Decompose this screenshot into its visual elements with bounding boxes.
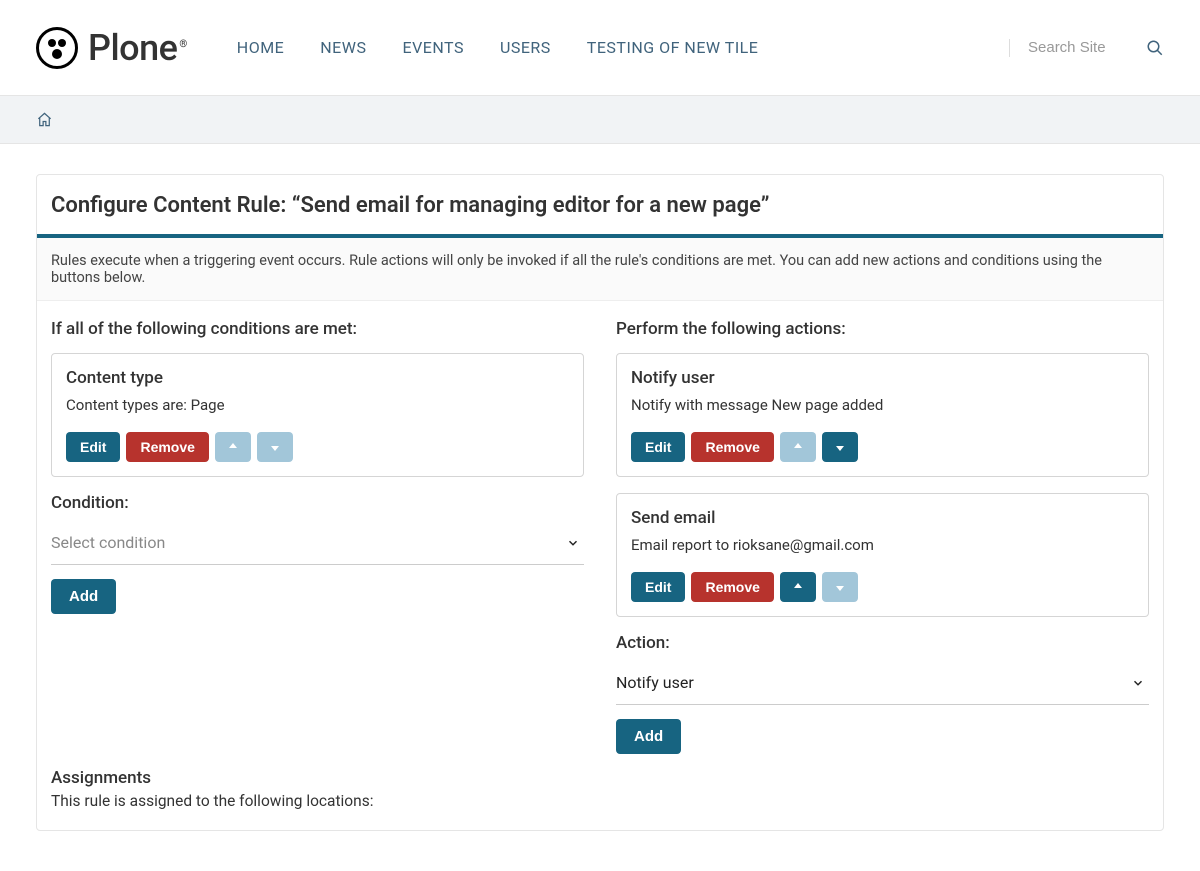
arrow-down-icon <box>834 581 846 593</box>
top-header: Plone® HOME NEWS EVENTS USERS TESTING OF… <box>0 0 1200 96</box>
action-select[interactable]: Notify user <box>616 663 1149 705</box>
condition-card: Content type Content types are: Page Edi… <box>51 353 584 477</box>
logo[interactable]: Plone® <box>36 27 187 69</box>
arrow-down-icon <box>834 441 846 453</box>
assignments-desc: This rule is assigned to the following l… <box>51 792 1149 810</box>
edit-button[interactable]: Edit <box>631 432 685 462</box>
action-title: Notify user <box>631 368 1134 388</box>
assignments-title: Assignments <box>51 768 1149 788</box>
action-select-value: Notify user <box>616 673 1131 692</box>
arrow-up-icon <box>792 441 804 453</box>
condition-subheading: Condition: <box>51 493 584 513</box>
logo-text: Plone® <box>88 27 187 69</box>
edit-button[interactable]: Edit <box>66 432 120 462</box>
move-down-button[interactable] <box>257 432 293 462</box>
nav-users[interactable]: USERS <box>500 38 551 57</box>
main-nav: HOME NEWS EVENTS USERS TESTING OF NEW TI… <box>237 38 759 57</box>
actions-column: Perform the following actions: Notify us… <box>616 319 1149 754</box>
add-condition-button[interactable]: Add <box>51 579 116 614</box>
arrow-down-icon <box>269 441 281 453</box>
nav-news[interactable]: NEWS <box>320 38 366 57</box>
condition-select-placeholder: Select condition <box>51 533 566 552</box>
search-icon[interactable] <box>1146 39 1164 57</box>
action-title: Send email <box>631 508 1134 528</box>
chevron-down-icon <box>1131 676 1145 690</box>
action-desc: Notify with message New page added <box>631 396 1134 414</box>
action-desc: Email report to rioksane@gmail.com <box>631 536 1134 554</box>
arrow-up-icon <box>227 441 239 453</box>
move-down-button[interactable] <box>822 432 858 462</box>
move-up-button[interactable] <box>215 432 251 462</box>
remove-button[interactable]: Remove <box>691 572 773 602</box>
config-panel: Configure Content Rule: “Send email for … <box>36 174 1164 831</box>
breadcrumb <box>0 96 1200 144</box>
search-box <box>1009 39 1164 57</box>
conditions-column: If all of the following conditions are m… <box>51 319 584 754</box>
action-subheading: Action: <box>616 633 1149 653</box>
nav-events[interactable]: EVENTS <box>402 38 463 57</box>
search-input[interactable] <box>1028 39 1128 56</box>
move-down-button[interactable] <box>822 572 858 602</box>
remove-button[interactable]: Remove <box>126 432 208 462</box>
assignments-section: Assignments This rule is assigned to the… <box>37 768 1163 830</box>
move-up-button[interactable] <box>780 572 816 602</box>
edit-button[interactable]: Edit <box>631 572 685 602</box>
conditions-heading: If all of the following conditions are m… <box>51 319 584 339</box>
condition-desc: Content types are: Page <box>66 396 569 414</box>
nav-testing[interactable]: TESTING OF NEW TILE <box>587 38 759 57</box>
condition-select[interactable]: Select condition <box>51 523 584 565</box>
home-icon[interactable] <box>36 112 53 127</box>
move-up-button[interactable] <box>780 432 816 462</box>
remove-button[interactable]: Remove <box>691 432 773 462</box>
arrow-up-icon <box>792 581 804 593</box>
action-card-notify: Notify user Notify with message New page… <box>616 353 1149 477</box>
actions-heading: Perform the following actions: <box>616 319 1149 339</box>
chevron-down-icon <box>566 536 580 550</box>
page-title: Configure Content Rule: “Send email for … <box>37 175 1163 234</box>
action-card-email: Send email Email report to rioksane@gmai… <box>616 493 1149 617</box>
add-action-button[interactable]: Add <box>616 719 681 754</box>
condition-title: Content type <box>66 368 569 388</box>
page-description: Rules execute when a triggering event oc… <box>37 238 1163 301</box>
nav-home[interactable]: HOME <box>237 38 284 57</box>
plone-logo-icon <box>36 27 78 69</box>
